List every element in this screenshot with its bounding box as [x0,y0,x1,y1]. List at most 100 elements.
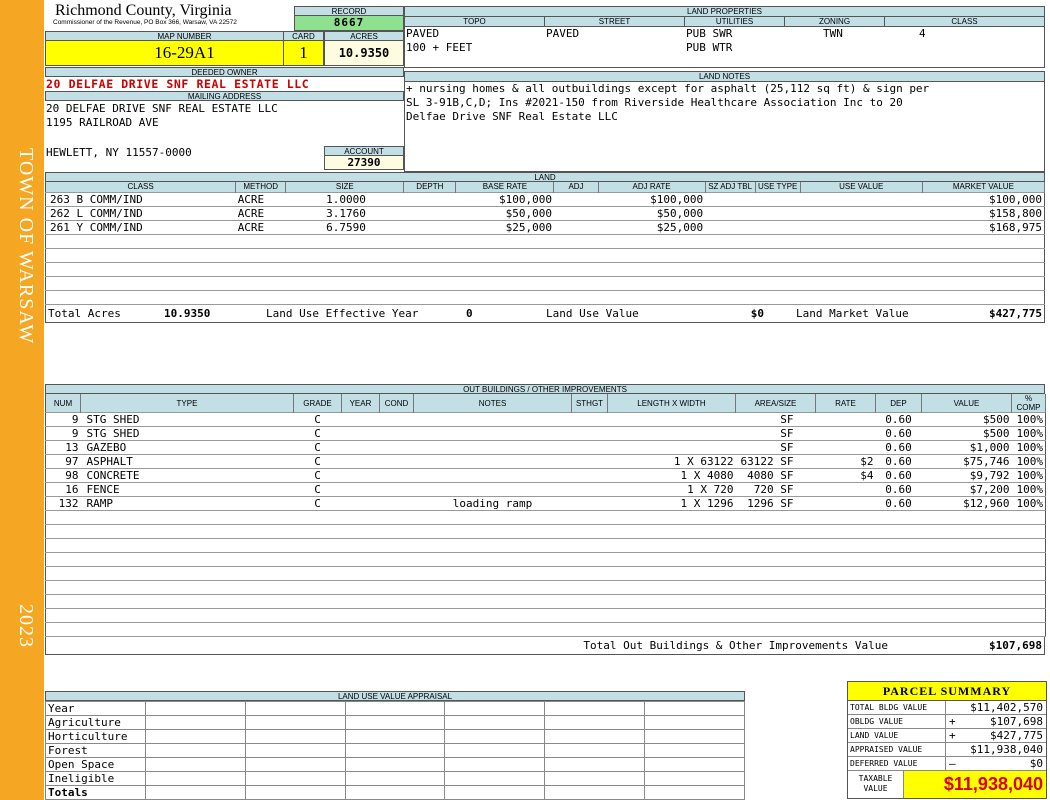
taxable-value-label: TAXABLE VALUE [848,771,904,798]
ob-cond [380,441,414,455]
land-col-sz-adj-tbl: SZ ADJ TBL [705,182,756,192]
summary-sign: + [949,729,956,742]
mailing-line-1: 20 DELFAE DRIVE SNF REAL ESTATE LLC [46,102,278,115]
parcel-summary: PARCEL SUMMARY TOTAL BLDG VALUE $11,402,5… [847,681,1047,799]
lua-cell [544,785,646,800]
land-market-value-total: $427,775 [989,306,1042,320]
ob-rate [816,413,876,427]
land-method: ACRE [237,192,265,206]
lua-cell [244,771,346,786]
street-value: PAVED [546,27,580,40]
ob-rate: $4 [860,469,874,482]
land-properties-block: LAND PROPERTIES TOPO STREET UTILITIES ZO… [404,6,1045,68]
table-row-empty [45,567,1046,581]
land-method: ACRE [237,206,265,220]
table-row: 9 STG SHED C SF 0.60 $500 100% [45,427,1046,441]
land-use-type [755,192,800,206]
lua-cell [244,715,346,730]
ob-value: $1,000 [969,441,1010,454]
table-row: 261 Y COMM/IND ACRE 6.7590 $25,000 $25,0… [45,220,1045,234]
summary-value: $11,938,040 [970,743,1043,756]
ob-grade: C [314,441,321,454]
lua-cell [145,785,246,800]
ob-grade: C [314,427,321,440]
account-number: 27390 [324,156,404,170]
summary-label: OBLDG VALUE [848,715,946,728]
land-section: LAND CLASS METHOD SIZE DEPTH BASE RATE A… [45,172,1046,323]
lua-cell [644,701,745,716]
ob-value: $500 [983,413,1010,426]
land-use-value-label: Land Use Value [546,306,639,320]
summary-label: DEFERRED VALUE [848,757,946,770]
ob-dep: 0.60 [885,483,912,496]
land-use-appraisal-section: LAND USE VALUE APPRAISAL Year Agriculture… [45,691,745,800]
lua-cell [644,757,745,772]
table-row-empty [45,581,1046,595]
summary-value-cell: – $0 [946,757,1046,770]
land-adj [554,192,598,206]
ob-type: FENCE [86,483,120,496]
summary-row: LAND VALUE + $427,775 [848,729,1046,743]
taxable-value: $11,938,040 [904,771,1046,798]
ob-type: RAMP [86,497,114,510]
ob-grade: C [314,413,321,426]
land-sz-adj [705,206,755,220]
ob-col-year: YEAR [341,394,380,413]
header-class: CLASS [951,17,978,26]
lua-row-label: Agriculture [45,715,146,730]
land-base-rate: $25,000 [505,220,552,234]
ob-col-notes: NOTES [413,394,572,413]
lua-row-label: Open Space [45,757,146,772]
ob-year [342,469,380,483]
land-title: LAND [45,172,1045,182]
acres-block: ACRES 10.9350 [324,31,404,66]
land-col-class: CLASS [45,182,237,192]
lua-cell [444,757,546,772]
lua-cell [444,701,546,716]
lua-cell [544,771,646,786]
ob-comp: 100% [1016,455,1044,468]
table-row-empty [45,276,1045,290]
land-note-line-1: + nursing homes & all outbuildings excep… [406,82,930,95]
record-label: RECORD [294,6,404,16]
land-properties-values: PAVED 100 + FEET PAVED PUB SWR PUB WTR T… [405,27,1044,55]
land-use-appraisal-table: Year Agriculture Horticulture Forest Open Sp… [45,701,745,800]
land-properties-headers: TOPO STREET UTILITIES ZONING CLASS [405,17,1044,27]
ob-value: $7,200 [969,483,1010,496]
lua-cell [244,785,346,800]
table-row: 98 CONCRETE C 1 X 4080 4080 SF $4 0.60 $9,792 10… [45,469,1046,483]
lua-row-label: Horticulture [45,729,146,744]
ob-num: 9 [71,427,79,440]
card-number: 1 [283,41,324,66]
deeded-owner-name: 20 DELFAE DRIVE SNF REAL ESTATE LLC [46,77,310,91]
summary-row: OBLDG VALUE + $107,698 [848,715,1046,729]
topo-line-2: 100 + FEET [406,41,473,54]
lua-row-label: Year [45,701,146,716]
mailing-line-2: 1195 RAILROAD AVE [46,116,159,129]
table-row: 132 RAMP Cloading ramp 1 X 1296 1296 SF 0.60 $… [45,497,1046,511]
topo-line-1: PAVED [406,27,440,40]
ob-cond [380,455,414,469]
ob-sthgt [572,497,608,511]
ob-area: 4080 SF [747,469,794,482]
table-row: Ineligible [45,771,745,786]
land-size: 1.0000 [326,192,366,206]
ob-cond [380,427,414,441]
table-row-empty [45,623,1046,637]
land-col-method: METHOD [235,182,287,192]
ob-year [342,455,380,469]
land-depth [404,206,456,220]
table-row: 262 L COMM/IND ACRE 3.1760 $50,000 $50,0… [45,206,1045,220]
ob-num: 97 [65,455,79,468]
total-acres-value: 10.9350 [164,306,211,320]
table-row-empty [45,262,1045,276]
ob-dep: 0.60 [885,469,912,482]
ob-comp: 100% [1016,441,1044,454]
parcel-summary-title: PARCEL SUMMARY [848,682,1046,701]
ob-type: STG SHED [86,413,140,426]
land-use-appraisal-title: LAND USE VALUE APPRAISAL [45,691,745,701]
ob-length-width: 1 X 4080 [680,469,734,482]
ob-col-cond: COND [379,394,414,413]
account-block: ACCOUNT 27390 [324,146,404,170]
land-use-value [800,206,922,220]
